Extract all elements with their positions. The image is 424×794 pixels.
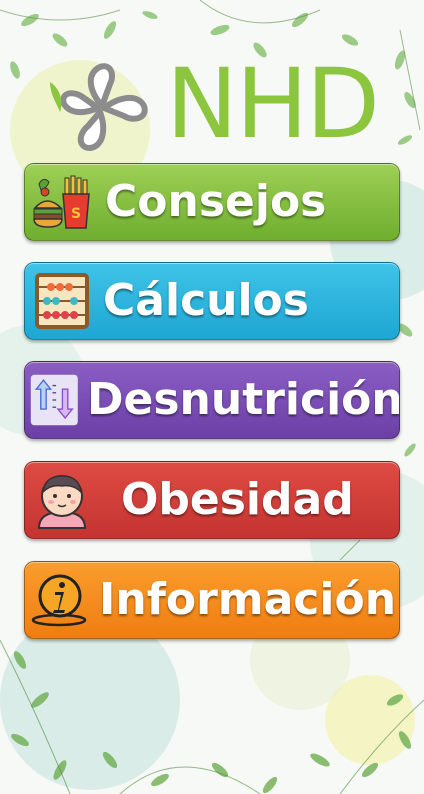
- informacion-label: Información: [99, 574, 397, 625]
- informacion-button[interactable]: Información: [24, 561, 400, 639]
- svg-text:S: S: [71, 206, 81, 222]
- desnutricion-label: Desnutrición: [87, 374, 400, 425]
- desnutricion-button[interactable]: Desnutrición: [24, 361, 400, 439]
- brand-name: NHD: [166, 48, 380, 160]
- abacus-icon: [35, 273, 89, 329]
- info-icon: [31, 574, 87, 627]
- weight-arrows-icon: [30, 374, 78, 426]
- calculos-label: Cálculos: [103, 275, 309, 326]
- obesidad-button[interactable]: Obesidad: [24, 461, 400, 539]
- calculos-button[interactable]: Cálculos: [24, 262, 400, 340]
- child-face-icon: [37, 475, 87, 529]
- app-logo: NHD: [46, 54, 386, 154]
- obesidad-label: Obesidad: [121, 474, 354, 525]
- fast-food-icon: S: [33, 175, 90, 229]
- petal-logo-icon: [50, 63, 148, 151]
- consejos-label: Consejos: [105, 176, 327, 227]
- consejos-button[interactable]: S Consejos: [24, 163, 400, 241]
